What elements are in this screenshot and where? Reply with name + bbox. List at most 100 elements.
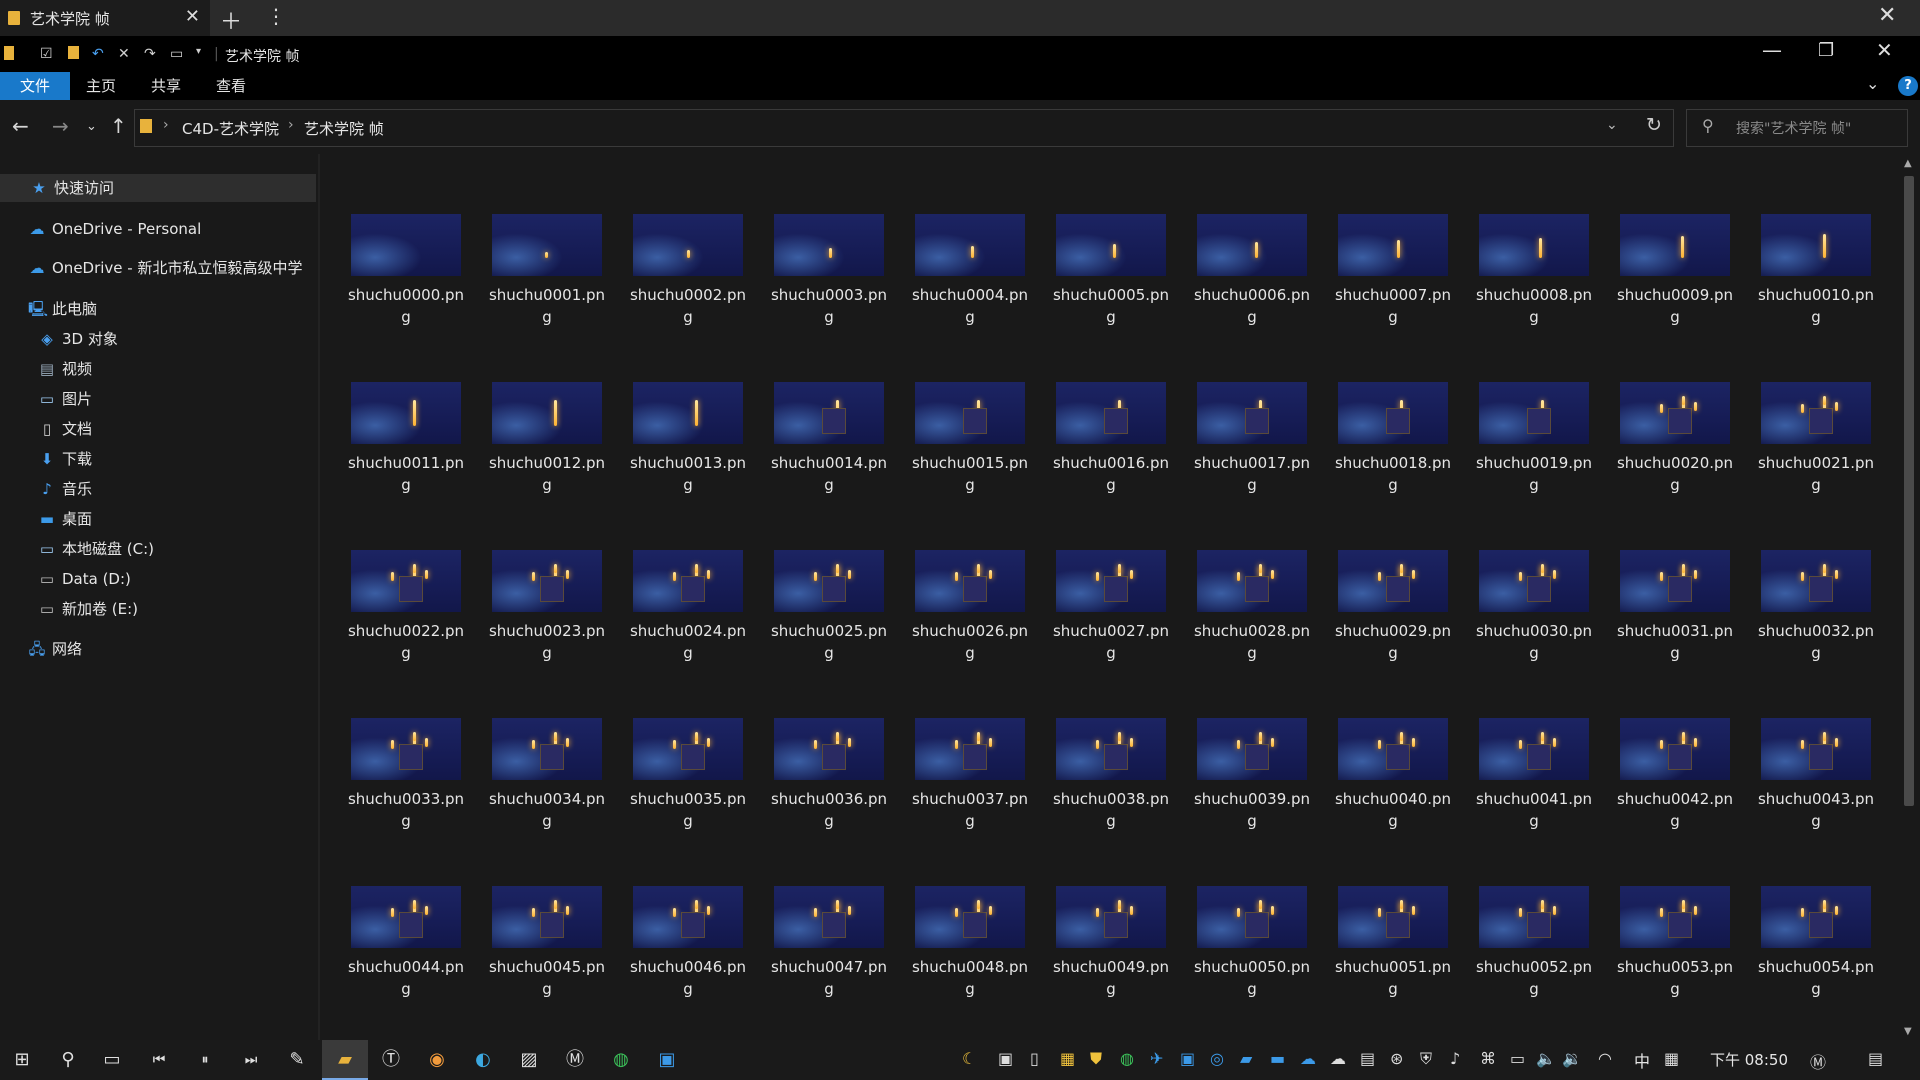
previous-track-icon[interactable]: ⏮ xyxy=(136,1040,182,1080)
tray-app-icon[interactable]: ⊛ xyxy=(1390,1049,1403,1068)
breadcrumb-item[interactable]: 艺术学院 帧 xyxy=(304,118,384,139)
file-item[interactable]: shuchu0012.png xyxy=(486,382,608,496)
file-item[interactable]: shuchu0042.png xyxy=(1614,718,1736,832)
file-item[interactable]: shuchu0015.png xyxy=(909,382,1031,496)
redo-icon[interactable]: ↷ xyxy=(144,46,156,62)
sidebar-item-documents[interactable]: ▯ 文档 xyxy=(38,415,92,443)
tab-view[interactable]: 查看 xyxy=(216,72,246,100)
file-item[interactable]: shuchu0039.png xyxy=(1191,718,1313,832)
file-item[interactable]: shuchu0001.png xyxy=(486,214,608,328)
sidebar-item-pictures[interactable]: ▭ 图片 xyxy=(38,385,92,413)
file-item[interactable]: shuchu0037.png xyxy=(909,718,1031,832)
chevron-down-icon[interactable]: ⌄ xyxy=(1606,117,1618,133)
close-window-top-icon[interactable]: ✕ xyxy=(1878,3,1896,28)
sidebar-item-videos[interactable]: ▤ 视频 xyxy=(38,355,92,383)
file-item[interactable]: shuchu0040.png xyxy=(1332,718,1454,832)
onedrive-icon[interactable]: ☁ xyxy=(1300,1049,1316,1068)
file-item[interactable]: shuchu0017.png xyxy=(1191,382,1313,496)
file-item[interactable]: shuchu0013.png xyxy=(627,382,749,496)
tray-app-icon[interactable]: ▣ xyxy=(998,1049,1013,1068)
file-item[interactable]: shuchu0025.png xyxy=(768,550,890,664)
file-item[interactable]: shuchu0031.png xyxy=(1614,550,1736,664)
sidebar-item-drive-d[interactable]: ▭ Data (D:) xyxy=(38,565,131,593)
file-item[interactable]: shuchu0004.png xyxy=(909,214,1031,328)
file-item[interactable]: shuchu0026.png xyxy=(909,550,1031,664)
file-item[interactable]: shuchu0007.png xyxy=(1332,214,1454,328)
file-item[interactable]: shuchu0022.png xyxy=(345,550,467,664)
wifi-icon[interactable]: ◠ xyxy=(1598,1049,1612,1068)
file-item[interactable]: shuchu0030.png xyxy=(1473,550,1595,664)
file-item[interactable]: shuchu0053.png xyxy=(1614,886,1736,1000)
app-m-icon[interactable]: Ⓜ xyxy=(552,1040,598,1080)
file-item[interactable]: shuchu0034.png xyxy=(486,718,608,832)
sidebar-item-onedrive-school[interactable]: ☁ OneDrive - 新北市私立恒毅高级中学 xyxy=(28,254,303,282)
tab-share[interactable]: 共享 xyxy=(151,72,181,100)
tab-menu-icon[interactable]: ⋮ xyxy=(266,4,286,28)
wechat-icon[interactable]: ◍ xyxy=(598,1040,644,1080)
volume-icon[interactable]: 🔉 xyxy=(1562,1049,1582,1068)
pause-icon[interactable]: ⏸ xyxy=(182,1040,228,1080)
file-item[interactable]: shuchu0009.png xyxy=(1614,214,1736,328)
tab-file[interactable]: 文件 xyxy=(0,72,70,100)
file-item[interactable]: shuchu0006.png xyxy=(1191,214,1313,328)
sidebar-item-onedrive-personal[interactable]: ☁ OneDrive - Personal xyxy=(28,215,202,243)
file-explorer-icon[interactable]: ▰ xyxy=(322,1040,368,1080)
file-item[interactable]: shuchu0020.png xyxy=(1614,382,1736,496)
file-item[interactable]: shuchu0008.png xyxy=(1473,214,1595,328)
new-folder-icon[interactable] xyxy=(68,46,79,63)
edge-icon[interactable]: ◐ xyxy=(460,1040,506,1080)
file-item[interactable]: shuchu0000.png xyxy=(345,214,467,328)
delete-icon[interactable]: ✕ xyxy=(118,46,130,62)
file-item[interactable]: shuchu0043.png xyxy=(1755,718,1877,832)
tray-app-icon[interactable]: ▬ xyxy=(1270,1049,1285,1068)
customize-toolbar-icon[interactable]: ▾ xyxy=(196,46,201,57)
tab-current[interactable]: 艺术学院 帧 ✕ xyxy=(0,0,210,36)
file-item[interactable]: shuchu0027.png xyxy=(1050,550,1172,664)
file-item[interactable]: shuchu0023.png xyxy=(486,550,608,664)
night-light-icon[interactable]: ☾ xyxy=(962,1049,976,1068)
sidebar-item-3d-objects[interactable]: ◈ 3D 对象 xyxy=(38,325,118,353)
file-item[interactable]: shuchu0003.png xyxy=(768,214,890,328)
breadcrumb-item[interactable]: C4D-艺术学院 xyxy=(182,118,279,139)
file-item[interactable]: shuchu0010.png xyxy=(1755,214,1877,328)
sidebar-item-network[interactable]: 🖧 网络 xyxy=(28,635,82,663)
scroll-up-icon[interactable]: ▲ xyxy=(1904,158,1912,169)
sidebar-item-music[interactable]: ♪ 音乐 xyxy=(38,475,92,503)
typora-icon[interactable]: Ⓣ xyxy=(368,1040,414,1080)
file-item[interactable]: shuchu0011.png xyxy=(345,382,467,496)
file-item[interactable]: shuchu0035.png xyxy=(627,718,749,832)
file-item[interactable]: shuchu0005.png xyxy=(1050,214,1172,328)
battery-icon[interactable]: ▭ xyxy=(1510,1049,1525,1068)
tray-app-icon[interactable]: ▰ xyxy=(1240,1049,1252,1068)
keyboard-layout-icon[interactable]: ▦ xyxy=(1664,1049,1679,1068)
ribbon-expand-icon[interactable]: ⌄ xyxy=(1866,74,1879,93)
undo-icon[interactable]: ↶ xyxy=(92,46,104,62)
restore-icon[interactable]: ❐ xyxy=(1818,40,1834,61)
file-item[interactable]: shuchu0002.png xyxy=(627,214,749,328)
task-view-icon[interactable]: ▭ xyxy=(90,1040,134,1080)
app-orange-icon[interactable]: ◉ xyxy=(414,1040,460,1080)
help-button[interactable]: ? xyxy=(1898,76,1918,96)
file-item[interactable]: shuchu0016.png xyxy=(1050,382,1172,496)
input-method-indicator[interactable]: 中 xyxy=(1634,1048,1650,1072)
notification-center-icon[interactable]: ▤ xyxy=(1868,1049,1883,1068)
file-item[interactable]: shuchu0050.png xyxy=(1191,886,1313,1000)
wechat-icon[interactable]: ◍ xyxy=(1120,1049,1134,1068)
tray-app-icon[interactable]: ⌘ xyxy=(1480,1049,1496,1068)
up-icon[interactable]: ↑ xyxy=(110,114,127,138)
file-item[interactable]: shuchu0054.png xyxy=(1755,886,1877,1000)
back-icon[interactable]: ← xyxy=(12,114,29,138)
search-icon[interactable]: ⚲ xyxy=(46,1040,90,1080)
close-icon[interactable]: ✕ xyxy=(1876,38,1893,62)
forward-icon[interactable]: → xyxy=(52,114,69,138)
speaker-icon[interactable]: 🔈 xyxy=(1536,1049,1556,1068)
recent-locations-icon[interactable]: ⌄ xyxy=(86,119,97,134)
file-item[interactable]: shuchu0014.png xyxy=(768,382,890,496)
file-item[interactable]: shuchu0046.png xyxy=(627,886,749,1000)
file-item[interactable]: shuchu0032.png xyxy=(1755,550,1877,664)
sidebar-item-drive-e[interactable]: ▭ 新加卷 (E:) xyxy=(38,595,138,623)
refresh-icon[interactable]: ↻ xyxy=(1646,114,1662,136)
file-item[interactable]: shuchu0036.png xyxy=(768,718,890,832)
file-item[interactable]: shuchu0044.png xyxy=(345,886,467,1000)
rename-icon[interactable]: ▭ xyxy=(170,46,183,62)
